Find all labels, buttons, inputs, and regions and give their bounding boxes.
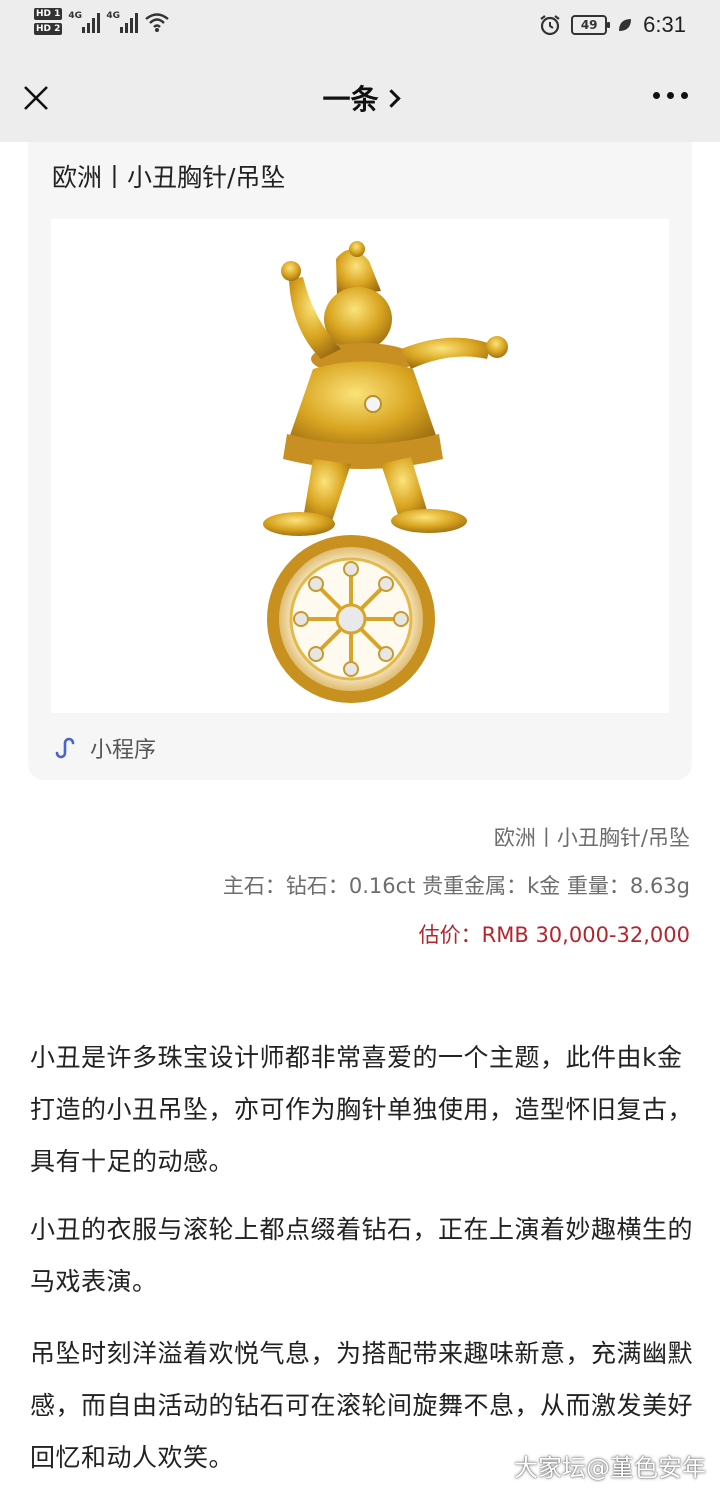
sim1-label: HD 1 [34,8,63,20]
more-icon[interactable] [653,92,688,99]
clock-time: 6:31 [643,12,686,37]
nav-bar: 一条 [0,56,720,142]
status-left: HD 1 HD 2 4G 4G [34,8,170,35]
account-title: 一条 [322,83,379,116]
sim2-indicator: HD 2 [34,23,63,35]
status-right: 49 6:31 [539,12,686,38]
mini-program-card[interactable]: 欧洲丨小丑胸针/吊坠 小程序 [28,142,692,780]
caption-title: 欧洲丨小丑胸针/吊坠 [493,826,690,850]
mini-program-row: 小程序 [52,732,156,764]
signal-icon: 4G [68,10,101,33]
sim2-label: HD 2 [34,23,63,35]
article-paragraph: 小丑的衣服与滚轮上都点缀着钻石，正在上演着妙趣横生的马戏表演。 [30,1215,694,1296]
signal-icon: 4G [106,10,139,33]
caption-price: 估价：RMB 30,000-32,000 [418,923,690,947]
battery-icon: 49 [571,15,611,35]
network2-label: 4G [106,10,121,21]
chevron-right-icon [381,89,401,108]
watermark: 大家坛@堇色安年 [514,1454,706,1482]
sim-indicators: HD 1 HD 2 [34,8,63,35]
clown-brooch-illustration [263,241,508,703]
caption-specs: 主石：钻石：0.16ct 贵重金属：k金 重量：8.63g [222,874,690,898]
mini-program-icon [55,737,75,759]
mini-program-label: 小程序 [90,738,157,763]
sim1-indicator: HD 1 [34,8,63,20]
article-paragraph: 小丑是许多珠宝设计师都非常喜爱的一个主题，此件由k金打造的小丑吊坠，亦可作为胸针… [30,1043,694,1176]
alarm-icon [540,15,560,36]
status-bar: HD 1 HD 2 4G 4G 49 6:31 [0,0,720,56]
card-title: 欧洲丨小丑胸针/吊坠 [52,163,286,192]
clown-brooch-image [51,219,669,713]
account-title-button[interactable]: 一条 [0,78,720,118]
network1-label: 4G [68,10,83,21]
wifi-icon [145,12,170,32]
leaf-icon [619,19,632,31]
